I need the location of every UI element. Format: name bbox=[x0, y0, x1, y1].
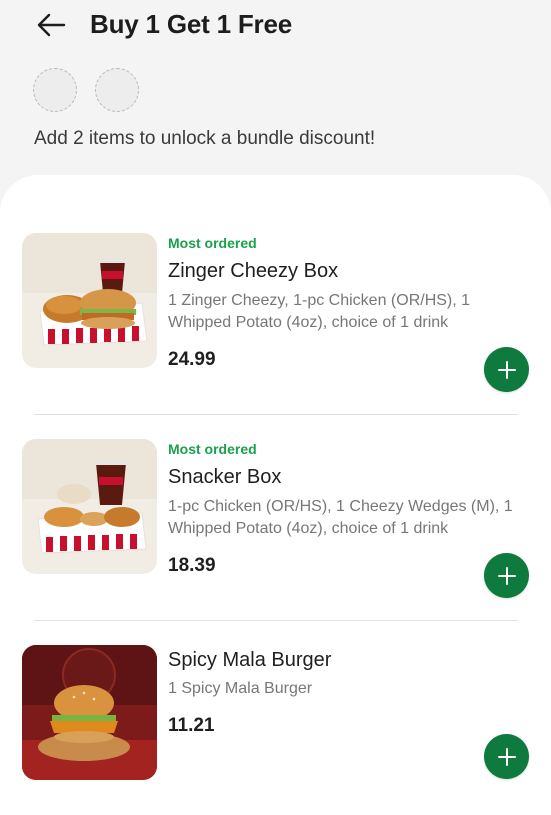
item-price: 18.39 bbox=[168, 555, 216, 576]
item-name: Snacker Box bbox=[168, 466, 282, 488]
back-button[interactable] bbox=[34, 10, 68, 40]
item-price: 24.99 bbox=[168, 349, 216, 370]
product-image bbox=[22, 439, 157, 574]
most-ordered-badge: Most ordered bbox=[168, 441, 257, 457]
plus-icon bbox=[497, 747, 516, 766]
list-item[interactable]: Most ordered Snacker Box 1-pc Chicken (O… bbox=[0, 380, 551, 620]
item-price: 11.21 bbox=[168, 715, 215, 736]
page-title: Buy 1 Get 1 Free bbox=[90, 9, 292, 39]
menu-list-sheet: Most ordered Zinger Cheezy Box 1 Zinger … bbox=[0, 175, 551, 815]
header: Buy 1 Get 1 Free bbox=[0, 0, 551, 60]
product-image bbox=[22, 233, 157, 368]
product-image bbox=[22, 645, 157, 780]
spicy-mala-burger-image bbox=[22, 645, 157, 780]
item-description: 1 Zinger Cheezy, 1-pc Chicken (OR/HS), 1… bbox=[168, 292, 471, 331]
plus-icon bbox=[497, 566, 516, 585]
list-item[interactable]: Spicy Mala Burger 1 Spicy Mala Burger 11… bbox=[0, 585, 551, 815]
add-button[interactable] bbox=[484, 734, 529, 779]
item-description: 1-pc Chicken (OR/HS), 1 Cheezy Wedges (M… bbox=[168, 498, 513, 537]
zinger-cheezy-box-image bbox=[22, 233, 157, 368]
item-name: Zinger Cheezy Box bbox=[168, 260, 339, 282]
most-ordered-badge: Most ordered bbox=[168, 235, 257, 251]
plus-icon bbox=[497, 360, 516, 379]
item-description: 1 Spicy Mala Burger bbox=[168, 680, 313, 697]
snacker-box-image bbox=[22, 439, 157, 574]
arrow-left-icon bbox=[37, 13, 66, 37]
list-item[interactable]: Most ordered Zinger Cheezy Box 1 Zinger … bbox=[0, 175, 551, 415]
bundle-slot-empty bbox=[95, 68, 139, 112]
item-name: Spicy Mala Burger bbox=[168, 649, 332, 671]
bundle-slot-empty bbox=[33, 68, 77, 112]
bundle-slots bbox=[33, 68, 139, 112]
bundle-hint: Add 2 items to unlock a bundle discount! bbox=[34, 128, 376, 149]
